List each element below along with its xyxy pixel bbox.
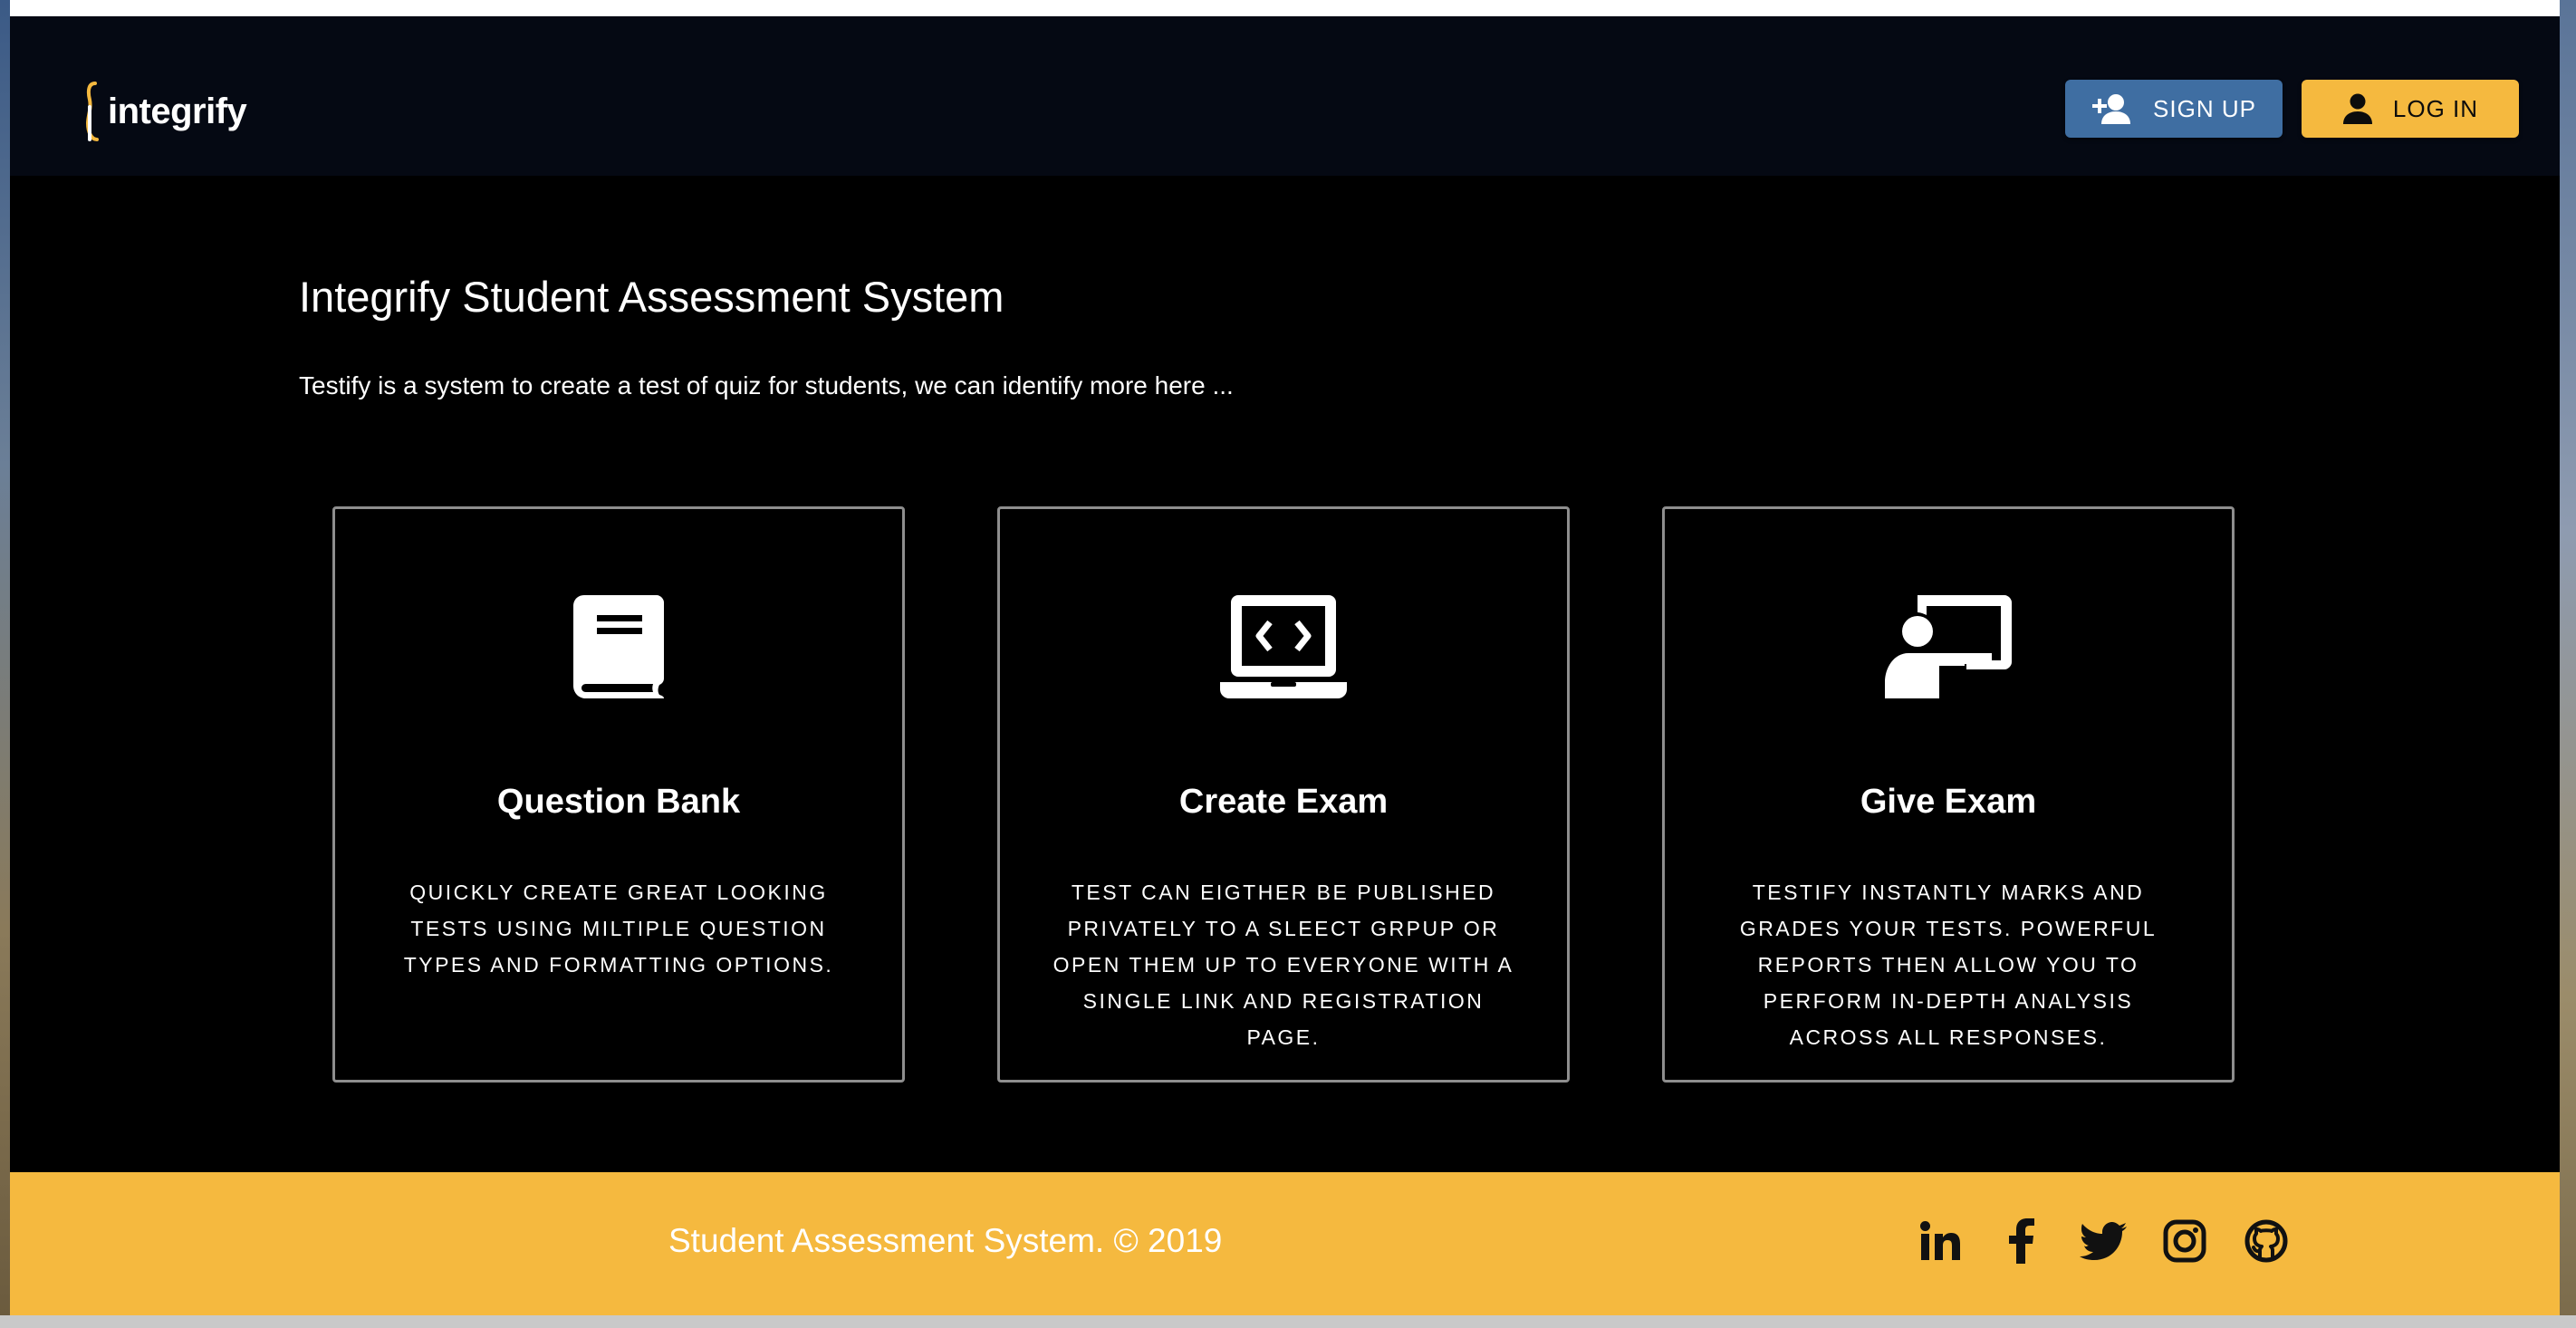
site-footer: Student Assessment System. © 2019 xyxy=(10,1172,2560,1315)
person-icon xyxy=(2342,93,2373,124)
browser-top-strip xyxy=(10,0,2560,16)
person-add-icon xyxy=(2091,93,2133,124)
card-title: Create Exam xyxy=(1178,783,1389,821)
card-create-exam[interactable]: Create Exam TEST CAN EIGTHER BE PUBLISHE… xyxy=(997,506,1570,1083)
chalkboard-teacher-icon xyxy=(1665,595,2232,704)
twitter-icon[interactable] xyxy=(2078,1216,2129,1266)
instagram-icon[interactable] xyxy=(2159,1216,2210,1266)
book-icon xyxy=(335,595,902,704)
login-label: LOG IN xyxy=(2392,94,2479,122)
footer-copyright: Student Assessment System. © 2019 xyxy=(668,1222,1223,1259)
logo-mark-icon xyxy=(82,80,102,143)
card-title: Give Exam xyxy=(1860,783,2037,821)
laptop-code-icon xyxy=(1000,595,1567,704)
desktop-backdrop-left xyxy=(0,0,10,1328)
signup-button[interactable]: SIGN UP xyxy=(2065,80,2283,138)
page-description: Testify is a system to create a test of … xyxy=(299,371,1234,399)
logo-text: integrify xyxy=(108,91,247,131)
site-header: integrify SIGN UP LOG IN xyxy=(10,16,2560,176)
login-button[interactable]: LOG IN xyxy=(2302,80,2519,138)
desktop-backdrop-right xyxy=(2560,0,2576,1328)
linkedin-icon[interactable] xyxy=(1915,1216,1966,1266)
card-question-bank[interactable]: Question Bank QUICKLY CREATE GREAT LOOKI… xyxy=(332,506,905,1083)
card-description: TEST CAN EIGTHER BE PUBLISHED PRIVATELY … xyxy=(1053,881,1514,1049)
card-description: QUICKLY CREATE GREAT LOOKING TESTS USING… xyxy=(403,881,834,977)
desktop-dock-strip xyxy=(0,1315,2576,1328)
facebook-icon[interactable] xyxy=(1996,1216,2047,1266)
card-title: Question Bank xyxy=(496,783,741,821)
card-description: TESTIFY INSTANTLY MARKS AND GRADES YOUR … xyxy=(1739,881,2158,1049)
logo[interactable]: integrify xyxy=(82,71,247,152)
github-icon[interactable] xyxy=(2241,1216,2292,1266)
signup-label: SIGN UP xyxy=(2153,94,2256,122)
page-title: Integrify Student Assessment System xyxy=(299,273,1004,321)
card-give-exam[interactable]: Give Exam TESTIFY INSTANTLY MARKS AND GR… xyxy=(1662,506,2235,1083)
browser-window: integrify SIGN UP LOG IN Integrify Stude… xyxy=(10,0,2560,1315)
